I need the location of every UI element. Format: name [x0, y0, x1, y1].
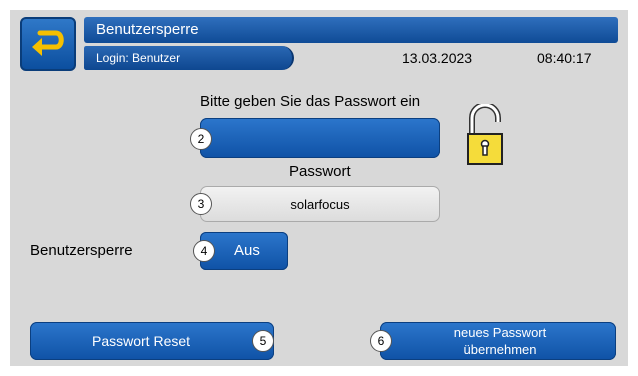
badge-3: 3: [190, 193, 212, 215]
apply-new-password-label: neues Passwort übernehmen: [453, 325, 547, 357]
unlocked-padlock-icon: [467, 104, 503, 165]
badge-2: 2: [190, 128, 212, 150]
user-lock-label: Benutzersperre: [30, 242, 133, 259]
password-reset-button[interactable]: Passwort Reset: [30, 322, 274, 360]
title-bar: Benutzersperre: [84, 17, 618, 43]
back-arrow-icon: [32, 30, 64, 56]
screen: Benutzersperre Login: Benutzer 13.03.202…: [10, 10, 628, 366]
password-prompt: Bitte geben Sie das Passwort ein: [200, 93, 421, 110]
password-entry-field[interactable]: [200, 118, 440, 158]
apply-new-password-button[interactable]: neues Passwort übernehmen: [380, 322, 616, 360]
password-reset-label: Passwort Reset: [92, 333, 191, 349]
badge-4: 4: [193, 240, 215, 262]
badge-6: 6: [370, 330, 392, 352]
password-value-text: solarfocus: [290, 197, 350, 212]
user-lock-toggle-label: Aus: [234, 242, 260, 259]
password-value-field[interactable]: solarfocus: [200, 186, 440, 222]
date-display: 13.03.2023: [402, 50, 473, 66]
login-label: Login: Benutzer: [96, 51, 181, 65]
page-title: Benutzersperre: [96, 21, 199, 38]
password-label: Passwort: [289, 163, 351, 180]
time-display: 08:40:17: [537, 50, 592, 66]
back-button[interactable]: [20, 17, 76, 71]
login-tab[interactable]: Login: Benutzer: [84, 46, 294, 70]
badge-5: 5: [252, 330, 274, 352]
